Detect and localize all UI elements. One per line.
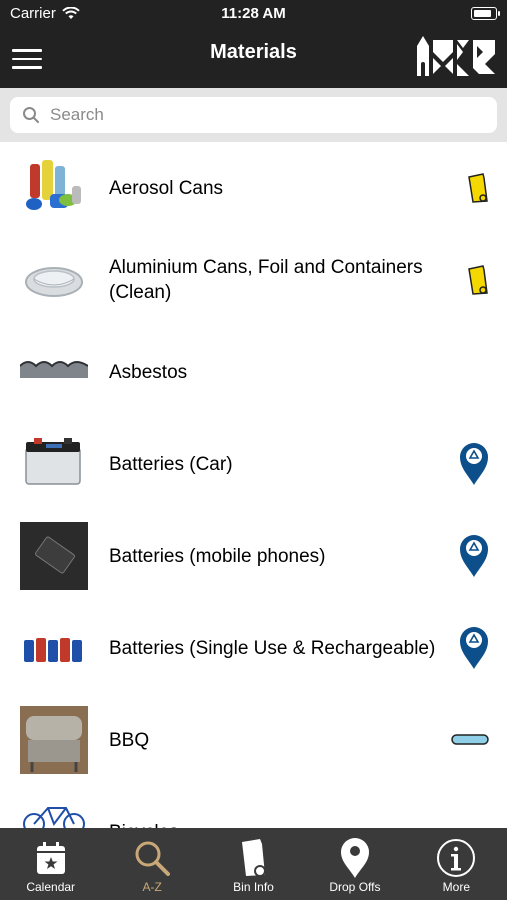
info-icon [437, 839, 476, 877]
bbq-thumbnail [20, 706, 88, 774]
item-label: BBQ [109, 729, 150, 751]
battery-icon [471, 7, 500, 20]
tab-label: A-Z [142, 880, 162, 894]
tab-calendar[interactable]: Calendar [0, 828, 101, 900]
item-label: Asbestos [109, 361, 188, 383]
search-bar[interactable] [10, 97, 497, 133]
clock: 11:28 AM [221, 5, 286, 22]
search-area [0, 88, 507, 142]
yellow-bin-icon [468, 265, 488, 295]
item-label: Aluminium Cans, Foil and Containers (Cle… [109, 257, 423, 303]
recycling-drop-off-pin-icon [460, 535, 488, 577]
materials-list: Aerosol Cans Aluminium Cans, Foil and Co… [0, 142, 507, 828]
tab-drop-offs[interactable]: Drop Offs [304, 828, 405, 900]
aerosol-cans-thumbnail [26, 160, 81, 210]
tab-label: Drop Offs [329, 880, 381, 894]
asbestos-thumbnail [20, 361, 88, 378]
mobile-phone-battery-thumbnail [20, 522, 88, 590]
tab-label: Bin Info [233, 880, 274, 894]
list-item[interactable]: Asbestos [0, 326, 507, 418]
magnifier-icon [135, 841, 171, 876]
search-input[interactable] [48, 104, 472, 126]
location-pin-icon [340, 838, 369, 878]
list-item[interactable]: Batteries (Single Use & Rechargeable) [0, 602, 507, 694]
council-logo [417, 36, 495, 76]
batteries-thumbnail [24, 638, 82, 662]
list-item[interactable]: Batteries (Car) [0, 418, 507, 510]
navigation-bar: Materials [0, 28, 507, 88]
item-label: Batteries (mobile phones) [109, 545, 326, 567]
car-battery-thumbnail [25, 438, 81, 485]
list-item[interactable]: Aerosol Cans [0, 142, 507, 234]
list-item[interactable]: Bicycles [0, 786, 507, 828]
bulky-waste-bar-icon [451, 734, 489, 745]
bicycle-thumbnail [23, 807, 85, 828]
tab-bar: Calendar A-Z Bin Info Drop Offs More [0, 828, 507, 900]
tab-label: Calendar [26, 880, 76, 894]
item-label: Aerosol Cans [109, 177, 224, 199]
yellow-bin-icon [468, 173, 488, 203]
item-label: Batteries (Car) [109, 453, 233, 475]
list-item[interactable]: BBQ [0, 694, 507, 786]
tab-label: More [442, 880, 470, 894]
tab-more[interactable]: More [406, 828, 507, 900]
list-item[interactable]: Batteries (mobile phones) [0, 510, 507, 602]
tab-bin-info[interactable]: Bin Info [203, 828, 304, 900]
recycling-drop-off-pin-icon [460, 627, 488, 669]
status-bar: Carrier 11:28 AM [0, 0, 507, 28]
search-icon [23, 107, 39, 123]
bin-icon [241, 839, 266, 877]
recycling-drop-off-pin-icon [460, 443, 488, 485]
tab-a-z[interactable]: A-Z [101, 828, 202, 900]
list-item[interactable]: Aluminium Cans, Foil and Containers (Cle… [0, 234, 507, 326]
calendar-icon [36, 842, 65, 874]
item-label: Batteries (Single Use & Rechargeable) [109, 637, 436, 659]
aluminium-foil-thumbnail [25, 267, 83, 297]
item-label: Bicycles [109, 820, 444, 829]
